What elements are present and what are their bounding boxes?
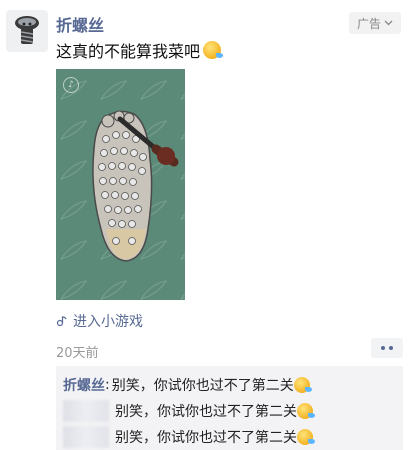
game-screenshot-art <box>56 69 185 300</box>
comment-item[interactable]: 别笑，你试你也过不了第二关 <box>63 398 396 424</box>
blurred-author-name <box>63 400 109 422</box>
comment-author[interactable]: 折螺丝 <box>63 375 105 395</box>
comment-item[interactable]: 折螺丝 : 别笑，你试你也过不了第二关 <box>63 372 396 398</box>
caption-text: 这真的不能算我菜吧 <box>56 42 201 61</box>
dot <box>381 346 385 350</box>
link-icon <box>56 316 67 327</box>
comment-separator: : <box>105 377 110 393</box>
comment-text: 别笑，你试你也过不了第二关 <box>111 378 294 394</box>
ad-label: 广告 <box>356 16 381 31</box>
more-dots-icon[interactable] <box>371 338 403 358</box>
post-caption: 这真的不能算我菜吧 <box>56 38 224 62</box>
tears-of-laughter-emoji-icon <box>297 403 315 419</box>
comment-text: 别笑，你试你也过不了第二关 <box>115 404 297 420</box>
dot <box>389 346 393 350</box>
chevron-down-icon <box>384 20 393 26</box>
mini-game-link[interactable]: 进入小游戏 <box>56 311 143 331</box>
mini-game-label: 进入小游戏 <box>73 314 143 330</box>
tears-of-laughter-emoji-icon <box>293 377 312 393</box>
tears-of-laughter-emoji-icon <box>297 429 315 445</box>
post-timestamp: 20天前 <box>56 346 99 361</box>
comment-text: 别笑，你试你也过不了第二关 <box>115 430 297 446</box>
blurred-author-name <box>63 426 109 448</box>
game-logo-icon: ♪ <box>63 77 79 93</box>
ad-tag-button[interactable]: 广告 <box>348 12 401 34</box>
screw-avatar-icon <box>15 16 39 44</box>
post-author-name[interactable]: 折螺丝 <box>56 12 104 36</box>
tears-of-laughter-emoji-icon <box>203 41 224 59</box>
avatar[interactable] <box>6 10 48 52</box>
comment-list: 折螺丝 : 别笑，你试你也过不了第二关 别笑，你试你也过不了第二关 别笑，你试你… <box>56 366 403 450</box>
post-media-image[interactable]: ♪ <box>56 69 185 300</box>
comment-item[interactable]: 别笑，你试你也过不了第二关 <box>63 424 396 450</box>
